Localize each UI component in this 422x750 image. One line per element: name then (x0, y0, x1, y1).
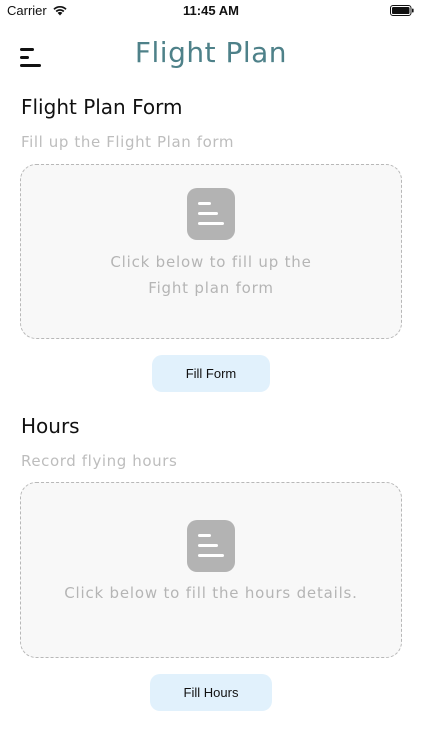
status-bar: Carrier 11:45 AM (0, 0, 422, 22)
battery-icon (390, 5, 414, 16)
hours-heading: Hours (21, 414, 80, 438)
fill-form-button[interactable]: Fill Form (152, 355, 270, 392)
hours-subtitle: Record flying hours (21, 452, 178, 470)
document-icon (187, 188, 235, 240)
flight-plan-form-heading: Flight Plan Form (21, 95, 183, 119)
flight-plan-card-text-line2: Fight plan form (148, 279, 274, 297)
flight-plan-card-text-line1: Click below to fill up the (110, 253, 312, 271)
flight-plan-form-card: Click below to fill up the Fight plan fo… (20, 164, 402, 339)
fill-hours-button[interactable]: Fill Hours (150, 674, 272, 711)
clock-time: 11:45 AM (183, 3, 239, 18)
flight-plan-form-subtitle: Fill up the Flight Plan form (21, 133, 235, 151)
page-title: Flight Plan (134, 36, 288, 69)
hours-card-text: Click below to fill the hours details. (64, 584, 358, 602)
hours-card: Click below to fill the hours details. (20, 482, 402, 658)
document-icon (187, 520, 235, 572)
